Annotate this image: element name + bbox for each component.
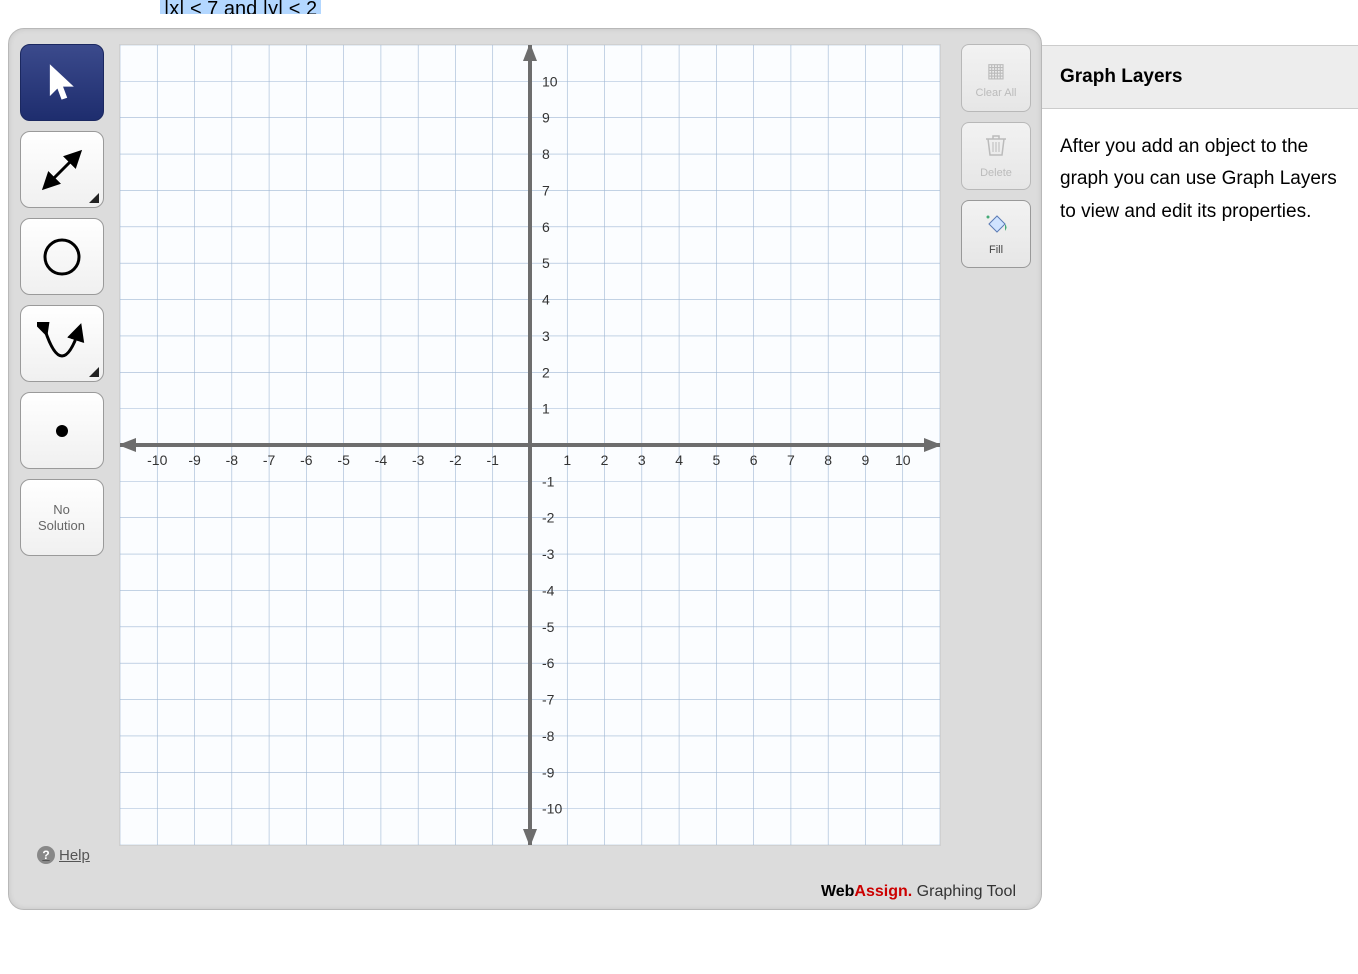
svg-text:8: 8 [824,452,832,468]
delete-button[interactable]: Delete [961,122,1031,190]
svg-text:-2: -2 [542,510,555,526]
svg-text:-5: -5 [337,452,350,468]
graph-layers-title: Graph Layers [1042,46,1358,109]
svg-text:7: 7 [787,452,795,468]
parabola-icon [37,322,87,366]
svg-text:-3: -3 [412,452,425,468]
svg-text:1: 1 [542,401,550,417]
delete-label: Delete [980,167,1012,179]
svg-text:-4: -4 [542,582,555,598]
svg-text:-7: -7 [542,692,555,708]
svg-text:-2: -2 [449,452,462,468]
brand-part2: Assign. [854,883,912,900]
svg-text:-10: -10 [147,452,167,468]
clear-all-label: Clear All [976,87,1017,99]
svg-text:-1: -1 [487,452,500,468]
help-icon: ? [37,846,55,864]
svg-text:4: 4 [542,292,550,308]
svg-text:1: 1 [563,452,571,468]
parabola-tool-button[interactable] [20,305,104,382]
point-tool-button[interactable] [20,392,104,469]
svg-text:4: 4 [675,452,683,468]
svg-text:-10: -10 [542,801,562,817]
svg-text:6: 6 [542,219,550,235]
svg-text:10: 10 [542,73,558,89]
coordinate-plane[interactable]: -10 -9 -8 -7 -6 -5 -4 -3 -2 -1 1 2 3 4 5 6 7 8 9 10 -10 -9 -8 -… [119,44,941,846]
brand-part1: Web [821,883,854,900]
problem-text: |x| < 7 and |y| < 2 [160,0,321,14]
fill-icon [983,212,1009,240]
svg-text:5: 5 [712,452,720,468]
left-toolbar: No Solution [9,29,114,909]
svg-text:2: 2 [542,364,550,380]
svg-text:-6: -6 [542,655,555,671]
svg-text:-6: -6 [300,452,313,468]
svg-text:10: 10 [895,452,911,468]
svg-text:-8: -8 [542,728,555,744]
svg-text:-9: -9 [542,764,555,780]
svg-text:-3: -3 [542,546,555,562]
svg-text:-9: -9 [188,452,201,468]
no-solution-label-1: No [53,502,70,518]
svg-text:3: 3 [638,452,646,468]
svg-text:-7: -7 [263,452,276,468]
svg-text:5: 5 [542,255,550,271]
svg-text:2: 2 [601,452,609,468]
circle-icon [40,235,84,279]
pointer-tool-button[interactable] [20,44,104,121]
clear-all-button[interactable]: ▦ Clear All [961,44,1031,112]
brand-footer: WebAssign. Graphing Tool [821,883,1016,901]
graph-layers-body: After you add an object to the graph you… [1042,109,1358,250]
no-solution-button[interactable]: No Solution [20,479,104,556]
clear-all-icon: ▦ [987,58,1006,83]
help-label: Help [59,847,90,864]
line-icon [39,147,85,193]
graph-layers-panel: Graph Layers After you add an object to … [1042,45,1358,250]
brand-tail: Graphing Tool [912,883,1016,900]
circle-tool-button[interactable] [20,218,104,295]
svg-text:-5: -5 [542,619,555,635]
no-solution-label-2: Solution [38,518,85,534]
svg-text:8: 8 [542,146,550,162]
svg-text:-4: -4 [375,452,388,468]
svg-text:9: 9 [542,110,550,126]
fill-button[interactable]: Fill [961,200,1031,268]
graphing-tool-panel: No Solution -10 -9 -8 -7 -6 -5 -4 -3 -2 -1 1 2 3 4 5 6 7… [8,28,1042,910]
svg-text:-8: -8 [226,452,239,468]
submenu-indicator-icon [89,193,99,203]
svg-text:-1: -1 [542,473,555,489]
line-tool-button[interactable] [20,131,104,208]
svg-text:3: 3 [542,328,550,344]
help-link[interactable]: ? Help [37,846,90,864]
svg-text:9: 9 [862,452,870,468]
right-toolbar: ▦ Clear All Delete Fill [951,29,1041,909]
trash-icon [985,133,1007,163]
fill-label: Fill [989,244,1003,256]
submenu-indicator-icon [89,367,99,377]
svg-text:7: 7 [542,182,550,198]
point-icon [52,421,72,441]
pointer-icon [47,63,77,103]
svg-text:6: 6 [750,452,758,468]
